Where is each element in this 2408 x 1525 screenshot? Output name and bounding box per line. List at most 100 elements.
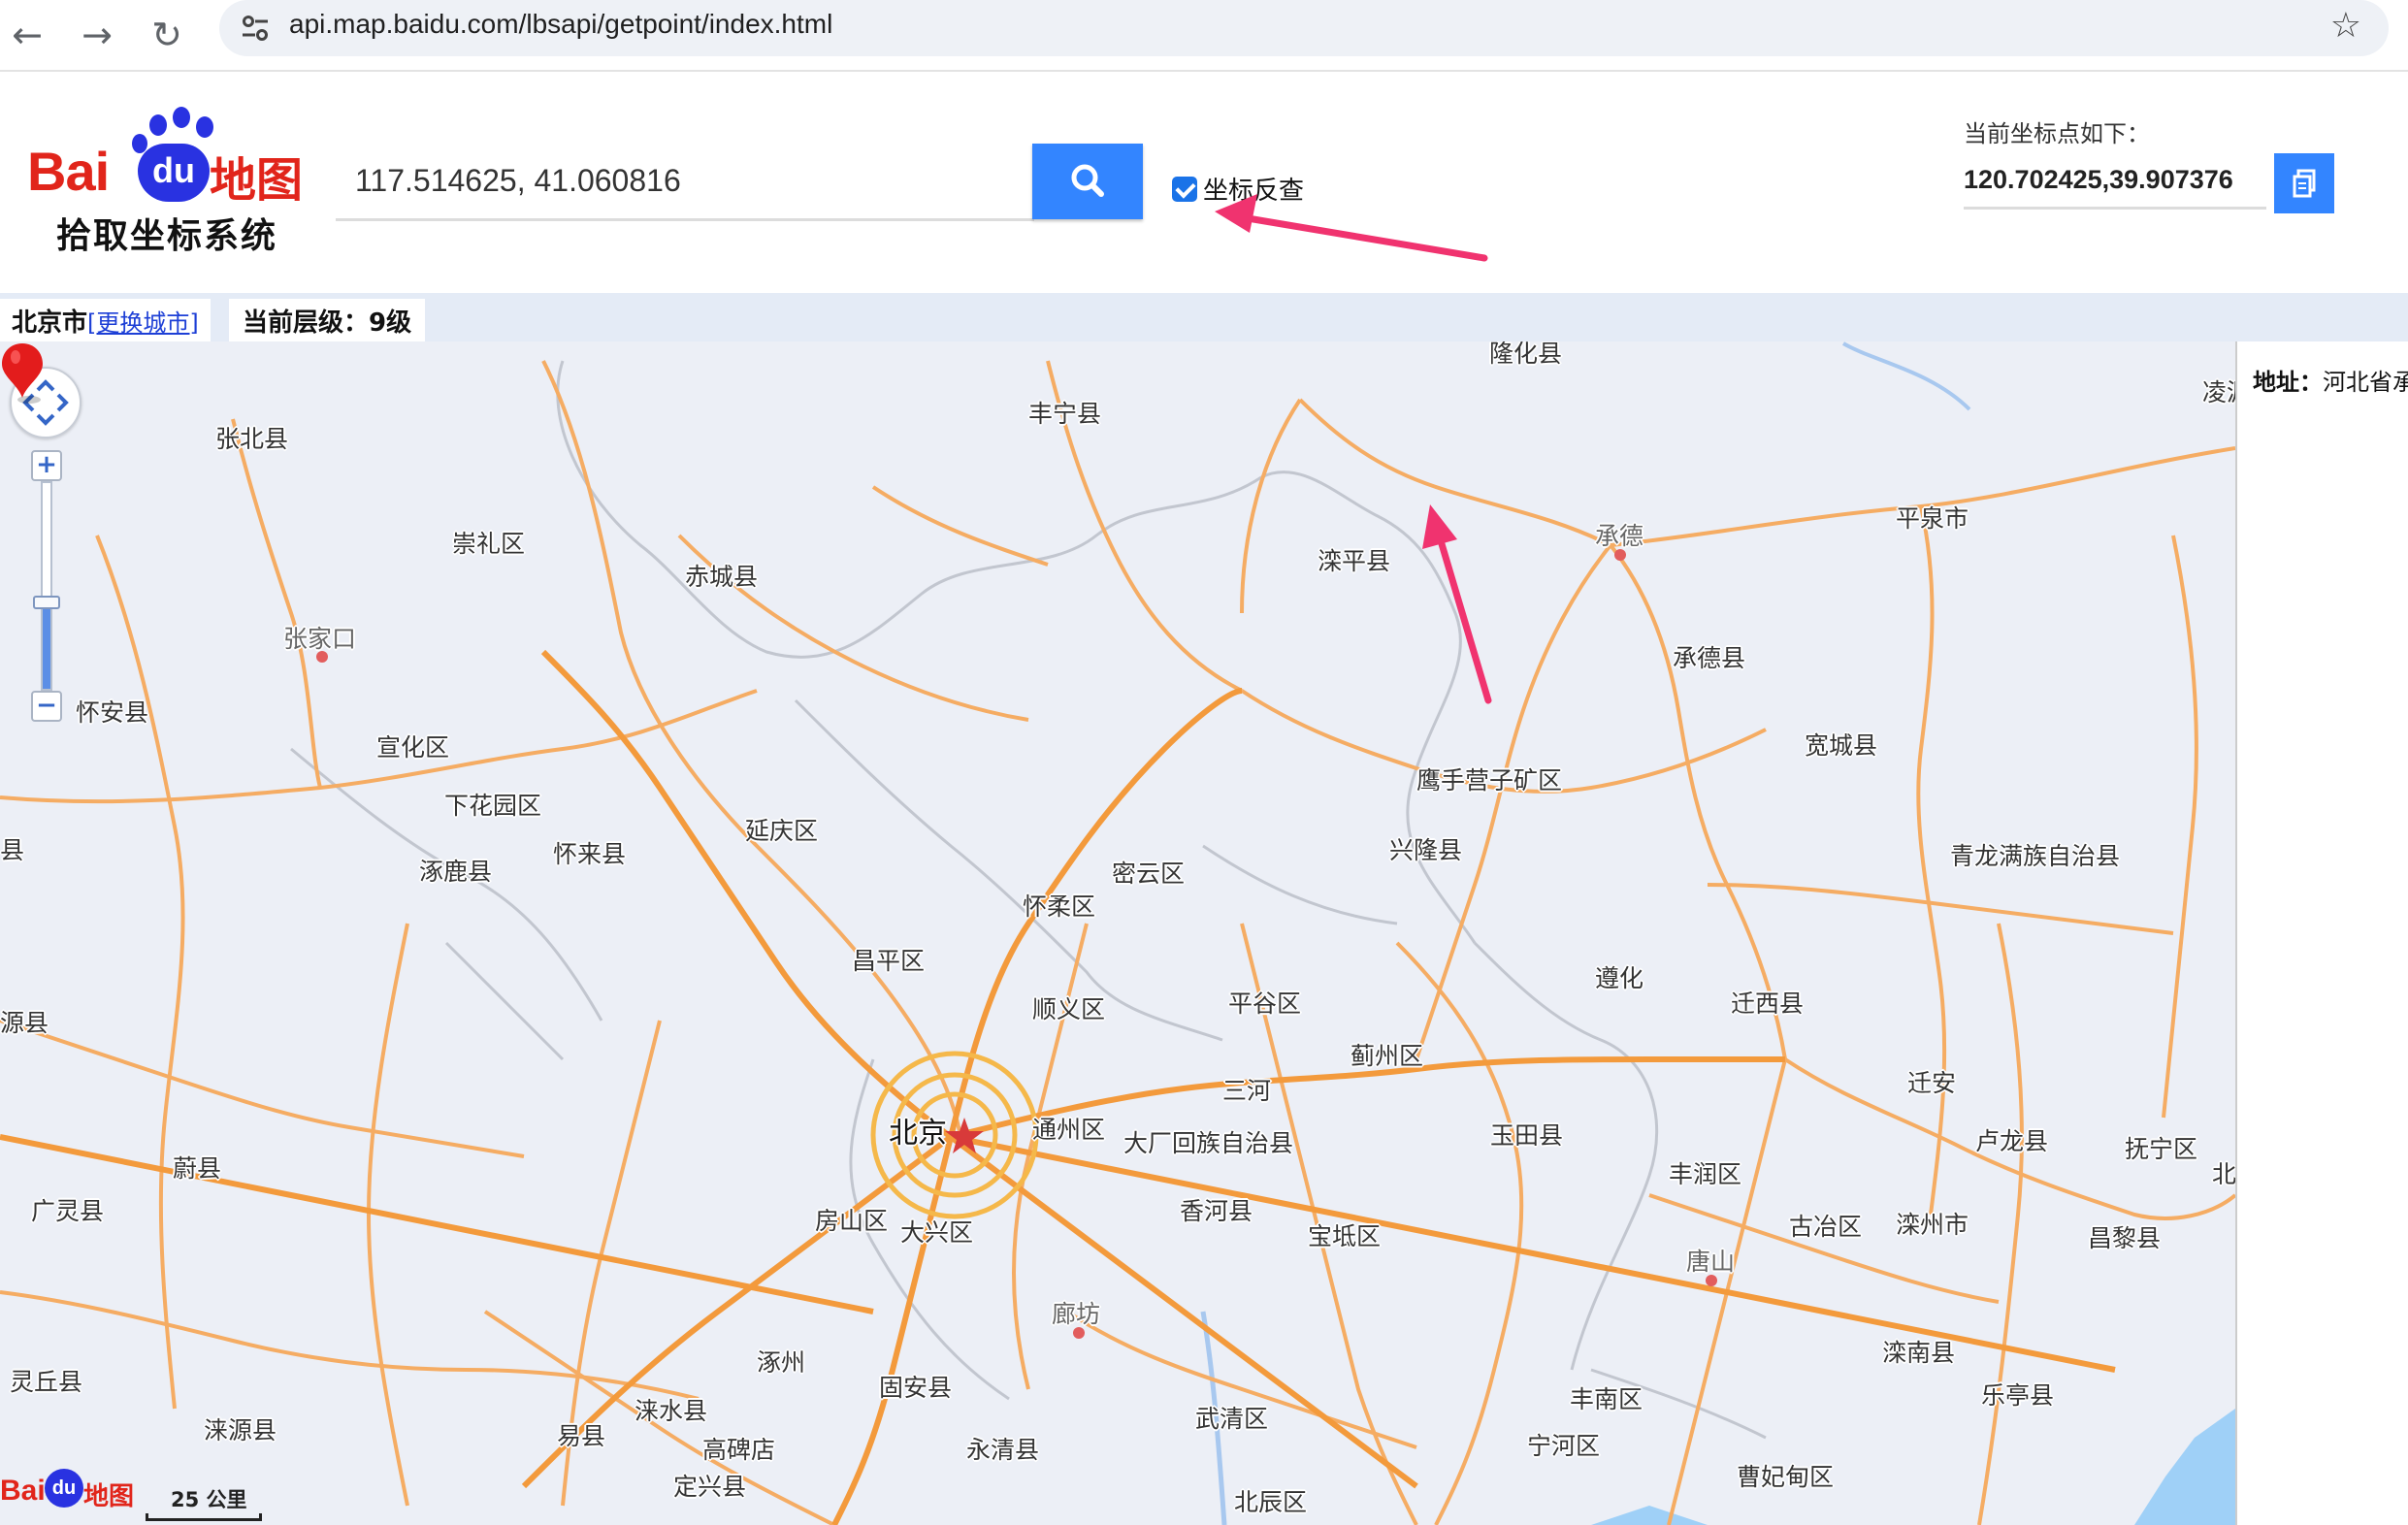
map-label: 顺义区 — [1032, 995, 1106, 1023]
map-label: 平泉市 — [1896, 504, 1969, 533]
map-label: 遵化 — [1595, 964, 1644, 992]
map-label: 隆化县 — [1489, 341, 1563, 368]
map-label: 灵丘县 — [10, 1368, 83, 1396]
map-label: 古冶区 — [1789, 1213, 1863, 1241]
status-strip: 北京市[更换城市] 当前层级：9级 — [0, 293, 2408, 341]
paw-toe-icon — [196, 116, 213, 138]
forward-icon[interactable]: → — [70, 8, 124, 62]
page-header: Bai du 地图 拾取坐标系统 坐标反查 当前坐标点如下： 120.70242… — [0, 72, 2408, 293]
map-label: 下花园区 — [444, 792, 542, 820]
baidu-map-logo[interactable]: Bai du 地图 拾取坐标系统 — [27, 107, 309, 256]
map-label: 定兴县 — [673, 1473, 747, 1501]
map-label: 北辰区 — [1234, 1488, 1308, 1516]
change-city-link[interactable]: [更换城市] — [87, 309, 199, 337]
map-label: 迁安 — [1907, 1069, 1957, 1097]
search-icon — [1071, 164, 1104, 197]
map-label: 涞水县 — [635, 1397, 708, 1425]
current-city: 北京市[更换城市] — [0, 299, 211, 341]
map-label: 蓟州区 — [1350, 1042, 1424, 1070]
map-canvas[interactable]: 隆化县 凌源 张北县 丰宁县 崇礼区 赤城县 滦平县 承德 平泉市 张家口 怀安… — [0, 341, 2235, 1525]
map-label: 易县 — [557, 1422, 606, 1450]
bookmark-star-icon[interactable]: ☆ — [2330, 6, 2361, 46]
address-value: 河北省承 — [2323, 369, 2408, 396]
map-label: 香河县 — [1180, 1197, 1253, 1225]
map-label: 通州区 — [1032, 1116, 1106, 1144]
map-label: 大兴区 — [900, 1218, 974, 1247]
map-logo-du: du — [45, 1469, 83, 1508]
paw-toe-icon — [149, 114, 167, 136]
map-label: 兴隆县 — [1389, 836, 1463, 864]
map-label: 玉田县 — [1490, 1121, 1564, 1150]
reload-icon[interactable]: ↻ — [140, 8, 194, 62]
zoom-out-button[interactable]: − — [31, 691, 62, 722]
current-coordinate-value[interactable]: 120.702425,39.907376 — [1964, 153, 2266, 210]
copy-coordinate-button[interactable] — [2274, 153, 2334, 213]
paw-toe-icon — [173, 107, 190, 128]
map-label: 乐亭县 — [1981, 1381, 2055, 1410]
map-label: 丰润区 — [1669, 1160, 1742, 1188]
map-label: 怀柔区 — [1023, 892, 1096, 921]
map-label: 武清区 — [1195, 1405, 1269, 1433]
checkbox-checked-icon[interactable] — [1172, 176, 1197, 202]
zoom-in-button[interactable]: + — [31, 450, 62, 481]
copy-icon — [2293, 169, 2316, 198]
map-label: 广灵县 — [31, 1197, 105, 1225]
map-label: 涞源县 — [204, 1416, 277, 1444]
map-label: 宝坻区 — [1308, 1222, 1382, 1250]
map-label: 张北县 — [215, 425, 289, 453]
reverse-lookup-checkbox[interactable]: 坐标反查 — [1172, 171, 1304, 207]
map-label: 宣化区 — [376, 733, 450, 762]
search-button[interactable] — [1032, 144, 1143, 219]
logo-du-text: du — [138, 144, 210, 202]
reverse-lookup-label[interactable]: 坐标反查 — [1203, 171, 1304, 207]
map-label: 延庆区 — [745, 817, 819, 845]
map-label: 凌源 — [2202, 378, 2235, 406]
zoom-handle[interactable] — [33, 596, 60, 609]
map-label: 承德 — [1595, 522, 1644, 550]
level-label: 当前层级： — [243, 308, 370, 338]
map-label: 源县 — [0, 1009, 49, 1037]
map-label: 涿鹿县 — [419, 858, 493, 886]
location-pin-icon[interactable] — [0, 341, 45, 404]
map-label: 丰南区 — [1570, 1385, 1643, 1413]
map-label: 固安县 — [879, 1374, 953, 1402]
map-label: 怀来县 — [553, 840, 627, 868]
logo-ditu-text: 地图 — [210, 153, 304, 208]
map-label: 滦南县 — [1882, 1339, 1956, 1367]
back-icon[interactable]: ← — [0, 8, 54, 62]
url-text[interactable]: api.map.baidu.com/lbsapi/getpoint/index.… — [289, 9, 832, 40]
current-coordinate-title: 当前坐标点如下： — [1964, 120, 2150, 147]
map-label: 永清县 — [966, 1436, 1040, 1464]
map-label: 大厂回族自治县 — [1123, 1129, 1294, 1157]
map-label: 迁西县 — [1731, 990, 1805, 1018]
address-bar[interactable]: api.map.baidu.com/lbsapi/getpoint/index.… — [219, 0, 2389, 56]
map-label: 密云区 — [1112, 860, 1186, 888]
map-label: 平谷区 — [1228, 990, 1302, 1018]
map-label: 青龙满族自治县 — [1950, 842, 2121, 870]
map-scale-bar — [146, 1513, 262, 1521]
browser-toolbar: ← → ↻ api.map.baidu.com/lbsapi/getpoint/… — [0, 0, 2408, 72]
logo-bai-text: Bai — [27, 141, 110, 202]
map-label: 北 — [2212, 1160, 2235, 1188]
map-scale-label: 25 公里 — [171, 1488, 247, 1511]
zoom-slider[interactable]: + − — [31, 450, 62, 722]
map-label: 曹妃甸区 — [1737, 1463, 1835, 1491]
map-label: 房山区 — [815, 1207, 889, 1235]
map-label: 蔚县 — [173, 1154, 222, 1183]
site-settings-icon[interactable] — [239, 12, 272, 45]
map-label: 怀安县 — [76, 698, 149, 727]
map-label: 唐山 — [1686, 1248, 1736, 1276]
map-label: 高碑店 — [702, 1436, 776, 1464]
map-label: 昌平区 — [852, 947, 926, 975]
map-baidu-logo[interactable]: Bai du 地图 — [0, 1465, 136, 1513]
map-label: 三河 — [1222, 1077, 1272, 1105]
map-label: 滦州市 — [1896, 1211, 1969, 1239]
map-label: 宽城县 — [1805, 731, 1878, 760]
city-name: 北京市 — [12, 308, 88, 338]
zoom-level-indicator: 当前层级：9级 — [229, 299, 426, 341]
map-label: 涿州 — [757, 1348, 806, 1377]
map-label: 鹰手营子矿区 — [1416, 766, 1563, 795]
map-label: 抚宁区 — [2125, 1135, 2198, 1163]
map-logo-bai: Bai — [0, 1475, 46, 1507]
coordinate-search-input[interactable] — [336, 144, 1034, 221]
